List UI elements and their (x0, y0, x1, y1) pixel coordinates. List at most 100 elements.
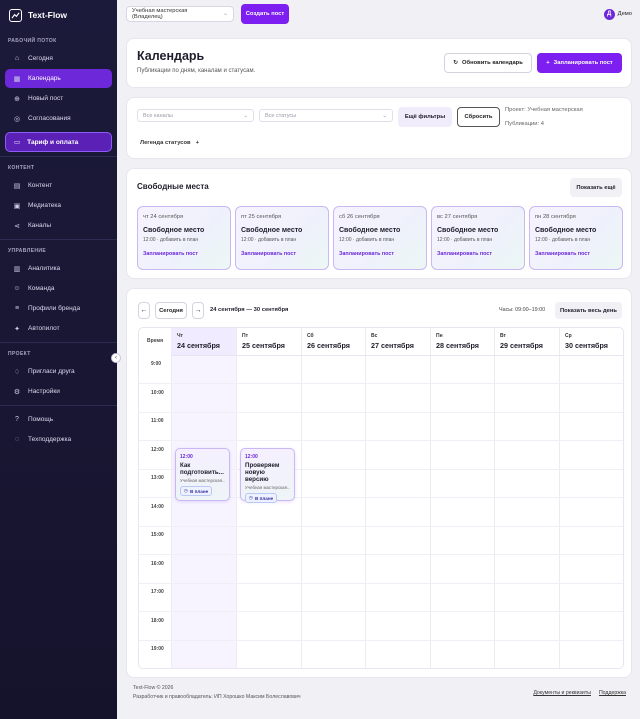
reset-button[interactable]: Сбросить (457, 107, 500, 127)
schedule-post-button[interactable]: + Запланировать пост (537, 53, 622, 73)
day-date: 29 сентября (500, 341, 543, 350)
free-slots-title: Свободные места (137, 182, 209, 191)
day-column[interactable] (301, 328, 365, 668)
sidebar-item-settings[interactable]: ⚙ Настройки (5, 382, 112, 401)
time-label: 16:00 (151, 561, 164, 567)
show-full-day-button[interactable]: Показать весь день (555, 302, 622, 319)
slot-title: Свободное место (535, 227, 597, 234)
sidebar-item-help[interactable]: ? Помощь (5, 410, 112, 429)
help-icon: ? (15, 416, 19, 423)
gift-icon: ♢ (13, 368, 21, 376)
sidebar-item-label: Согласования (28, 115, 71, 122)
day-header: Вт 29 сентября (494, 328, 559, 356)
user-menu[interactable]: Д Демо (603, 8, 632, 20)
day-date: 30 сентября (565, 341, 608, 350)
docs-link[interactable]: Документы и реквизиты (533, 690, 591, 696)
free-slot-card[interactable]: чт 24 сентября Свободное место 12:00 · д… (137, 206, 231, 270)
next-week-button[interactable]: → (192, 302, 204, 319)
sidebar-item-label: Сегодня (28, 55, 53, 62)
show-more-button[interactable]: Показать ещё (570, 178, 622, 197)
sidebar-item-label: Помощь (28, 416, 54, 423)
divider (0, 156, 117, 157)
slot-schedule-link[interactable]: Запланировать пост (143, 251, 225, 257)
check-circle-icon: ◎ (13, 115, 21, 123)
slot-date: пт 25 сентября (241, 214, 282, 220)
sliders-icon: ≡ (14, 305, 20, 312)
day-column[interactable] (430, 328, 494, 668)
sidebar-item-invite[interactable]: ♢ Пригласи друга (5, 362, 112, 381)
slot-date: вс 27 сентября (437, 214, 478, 220)
plus-icon: + (546, 60, 550, 66)
time-label: 13:00 (151, 475, 164, 481)
sidebar-item-content[interactable]: ▤ Контент (5, 176, 112, 195)
sidebar-item-support[interactable]: ◌ Техподдержка (5, 430, 112, 449)
avatar: Д (603, 8, 615, 20)
clock-icon: ◷ (249, 495, 254, 500)
calendar-icon: ▦ (13, 75, 21, 83)
filters-panel: Все каналы ⌄ Все статусы ⌄ Ещё фильтры С… (126, 97, 632, 159)
image-icon: ▣ (13, 202, 21, 210)
calendar-event[interactable]: 12:00 Проверяем новую версию Учебная мас… (240, 448, 295, 503)
channels-select[interactable]: Все каналы ⌄ (137, 109, 254, 122)
free-slot-card[interactable]: вс 27 сентября Свободное место 12:00 · д… (431, 206, 525, 270)
sidebar-item-today[interactable]: ⌂ Сегодня (5, 49, 112, 68)
prev-week-button[interactable]: ← (138, 302, 150, 319)
sidebar-item-label: Пригласи друга (28, 368, 75, 375)
sidebar-item-label: Каналы (28, 222, 52, 229)
chevron-left-icon: ‹ (115, 355, 117, 361)
slot-schedule-link[interactable]: Запланировать пост (339, 251, 421, 257)
sidebar: Text-Flow РАБОЧИЙ ПОТОК ⌂ Сегодня ▦ Кале… (0, 0, 117, 719)
section-work: РАБОЧИЙ ПОТОК (8, 38, 57, 44)
support-link[interactable]: Поддержка (599, 690, 626, 696)
today-button[interactable]: Сегодня (155, 302, 187, 319)
brand[interactable]: Text-Flow (0, 0, 117, 30)
sidebar-item-channels[interactable]: ⋖ Каналы (5, 216, 112, 235)
sidebar-item-team[interactable]: ☺ Команда (5, 279, 112, 298)
sidebar-item-autopilot[interactable]: ✦ Автопилот (5, 319, 112, 338)
refresh-calendar-button[interactable]: ↻ Обновить календарь (444, 53, 532, 73)
time-label: 10:00 (151, 390, 164, 396)
slot-schedule-link[interactable]: Запланировать пост (241, 251, 323, 257)
sidebar-item-tarif[interactable]: ▭ Тариф и оплата (5, 132, 112, 152)
hour-line (139, 412, 623, 413)
hour-line (139, 583, 623, 584)
more-filters-button[interactable]: Ещё фильтры (398, 107, 452, 127)
sidebar-item-calendar[interactable]: ▦ Календарь (5, 69, 112, 88)
hour-line (139, 554, 623, 555)
day-weekday: Пн (436, 333, 443, 339)
refresh-label: Обновить календарь (462, 60, 523, 66)
day-weekday: Пт (242, 333, 249, 339)
gear-icon: ⚙ (13, 388, 21, 396)
calendar-event[interactable]: 12:00 Как подготовить... Учебная мастерс… (175, 448, 230, 501)
free-slot-card[interactable]: пт 25 сентября Свободное место 12:00 · д… (235, 206, 329, 270)
slot-schedule-link[interactable]: Запланировать пост (535, 251, 617, 257)
sidebar-item-brand-profiles[interactable]: ≡ Профили бренда (5, 299, 112, 318)
event-project: Учебная мастерская... (180, 478, 225, 483)
divider (0, 239, 117, 240)
sidebar-item-media[interactable]: ▣ Медиатека (5, 196, 112, 215)
day-header: Вс 27 сентября (365, 328, 430, 356)
event-project: Учебная мастерская... (245, 485, 290, 490)
slot-schedule-link[interactable]: Запланировать пост (437, 251, 519, 257)
workspace-select[interactable]: Учебная мастерская (Владелец) ⌄ (126, 6, 234, 22)
date-range: 24 сентября — 30 сентября (210, 307, 289, 313)
collapse-sidebar-button[interactable]: ‹ (111, 353, 121, 363)
sidebar-item-analytics[interactable]: ▥ Аналитика (5, 259, 112, 278)
day-column[interactable] (559, 328, 623, 668)
free-slot-card[interactable]: сб 26 сентября Свободное место 12:00 · д… (333, 206, 427, 270)
sidebar-item-approvals[interactable]: ◎ Согласования (5, 109, 112, 128)
day-header: Ср 30 сентября (559, 328, 623, 356)
free-slot-card[interactable]: пн 28 сентября Свободное место 12:00 · д… (529, 206, 623, 270)
chart-icon: ▥ (13, 265, 21, 273)
divider (0, 342, 117, 343)
event-title: Как подготовить... (180, 462, 224, 476)
slot-title: Свободное место (437, 227, 499, 234)
sidebar-item-new-post[interactable]: ⊕ Новый пост (5, 89, 112, 108)
schedule-label: Запланировать пост (553, 60, 613, 66)
statuses-select[interactable]: Все статусы ⌄ (259, 109, 393, 122)
create-post-button[interactable]: Создать пост (241, 4, 289, 24)
day-column[interactable] (365, 328, 430, 668)
hours-label: Часы: 09:00–19:00 (499, 307, 546, 313)
legend-toggle[interactable]: Легенда статусов + (140, 140, 199, 146)
day-column[interactable] (494, 328, 559, 668)
